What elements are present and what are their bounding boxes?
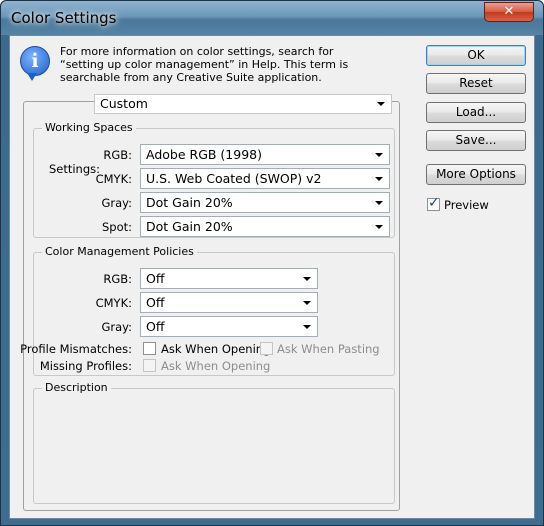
- policy-rgb-label: RGB:: [103, 272, 132, 286]
- ws-rgb-label: RGB:: [103, 148, 132, 162]
- description-title: Description: [42, 381, 111, 394]
- chevron-down-icon: [375, 177, 383, 181]
- settings-value: Custom: [100, 96, 148, 111]
- chevron-down-icon: [377, 102, 385, 106]
- load-button[interactable]: Load...: [426, 102, 526, 123]
- mismatch-ask-pasting-checkbox[interactable]: [260, 342, 273, 355]
- policy-gray-value: Off: [146, 319, 165, 334]
- working-spaces-title: Working Spaces: [42, 121, 136, 134]
- more-options-button[interactable]: More Options: [426, 164, 526, 185]
- mismatch-ask-opening-label: Ask When Opening: [161, 342, 271, 356]
- mismatch-ask-pasting-label: Ask When Pasting: [277, 342, 380, 356]
- policy-rgb-value: Off: [146, 271, 165, 286]
- reset-button[interactable]: Reset: [426, 73, 526, 94]
- ws-rgb-select[interactable]: Adobe RGB (1998): [140, 144, 390, 165]
- policies-title: Color Management Policies: [42, 245, 197, 258]
- description-group: Description: [33, 381, 395, 504]
- ws-gray-value: Dot Gain 20%: [146, 195, 233, 210]
- policy-gray-select[interactable]: Off: [140, 316, 318, 337]
- ws-spot-value: Dot Gain 20%: [146, 219, 233, 234]
- dialog-body: i For more information on color settings…: [9, 35, 535, 519]
- ws-gray-label: Gray:: [101, 196, 132, 210]
- policy-rgb-select[interactable]: Off: [140, 268, 318, 289]
- profile-mismatches-label: Profile Mismatches:: [20, 342, 132, 356]
- info-text: For more information on color settings, …: [60, 45, 349, 84]
- chevron-down-icon: [303, 325, 311, 329]
- window-title: Color Settings: [11, 9, 117, 27]
- ws-gray-select[interactable]: Dot Gain 20%: [140, 192, 390, 213]
- ws-rgb-value: Adobe RGB (1998): [146, 147, 262, 162]
- ws-cmyk-value: U.S. Web Coated (SWOP) v2: [146, 171, 322, 186]
- ws-cmyk-label: CMYK:: [95, 172, 132, 186]
- policy-cmyk-value: Off: [146, 295, 165, 310]
- chevron-down-icon: [375, 201, 383, 205]
- save-button[interactable]: Save...: [426, 130, 526, 151]
- missing-ask-opening-checkbox[interactable]: [143, 359, 156, 372]
- color-settings-window: Color Settings ✕ i For more information …: [0, 0, 544, 526]
- ws-cmyk-select[interactable]: U.S. Web Coated (SWOP) v2: [140, 168, 390, 189]
- chevron-down-icon: [375, 153, 383, 157]
- ws-spot-select[interactable]: Dot Gain 20%: [140, 216, 390, 237]
- missing-profiles-label: Missing Profiles:: [39, 359, 132, 373]
- mismatch-ask-opening-checkbox[interactable]: [143, 342, 156, 355]
- policy-cmyk-label: CMYK:: [95, 296, 132, 310]
- settings-dropdown[interactable]: Custom: [94, 94, 392, 114]
- close-button[interactable]: ✕: [484, 2, 534, 22]
- ok-button[interactable]: OK: [426, 45, 526, 66]
- title-bar[interactable]: Color Settings ✕: [1, 1, 543, 35]
- preview-label: Preview: [444, 198, 489, 212]
- preview-checkbox[interactable]: [427, 195, 440, 211]
- policy-gray-label: Gray:: [101, 320, 132, 334]
- chevron-down-icon: [303, 277, 311, 281]
- chevron-down-icon: [303, 301, 311, 305]
- info-icon: i: [20, 46, 50, 81]
- missing-ask-opening-label: Ask When Opening: [161, 359, 271, 373]
- policy-cmyk-select[interactable]: Off: [140, 292, 318, 313]
- chevron-down-icon: [375, 225, 383, 229]
- ws-spot-label: Spot:: [101, 220, 132, 234]
